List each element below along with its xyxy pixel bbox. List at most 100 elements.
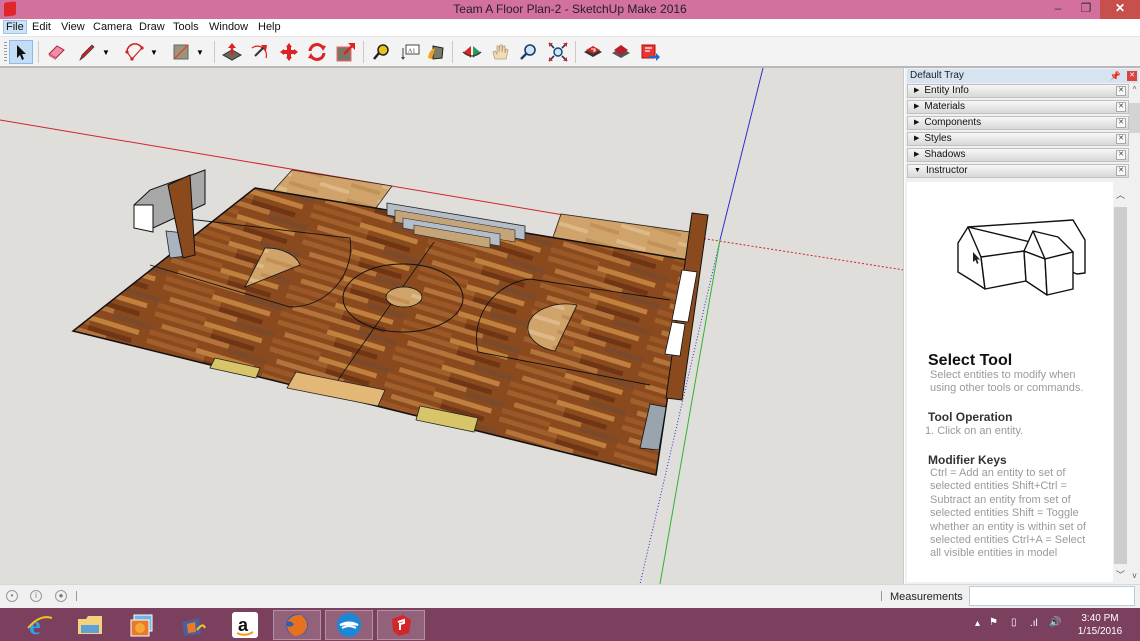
offset-tool-button[interactable]: [248, 40, 272, 64]
tray-close-icon[interactable]: ✕: [1127, 71, 1137, 81]
taskbar-openoffice[interactable]: [325, 610, 373, 640]
panel-components[interactable]: ▶ Components ✕: [907, 116, 1129, 130]
arc-tool-button[interactable]: [123, 40, 147, 64]
panel-close-icon[interactable]: ✕: [1116, 118, 1126, 128]
tool-operation-step: 1. Click on an entity.: [925, 425, 1024, 437]
tape-measure-tool-button[interactable]: [369, 40, 393, 64]
zoom-extents-tool-button[interactable]: [546, 40, 570, 64]
firefox-icon: [286, 614, 308, 636]
taskbar-sketchup[interactable]: [377, 610, 425, 640]
tray-scroll-up-icon[interactable]: ^: [1129, 85, 1140, 94]
panel-styles[interactable]: ▶ Styles ✕: [907, 132, 1129, 146]
measurements-label: Measurements: [890, 591, 963, 603]
panel-instructor[interactable]: ▼ Instructor ✕: [907, 164, 1129, 178]
rotate-tool-button[interactable]: [305, 40, 329, 64]
status-divider: [76, 591, 77, 601]
tray-title: Default Tray: [910, 70, 964, 81]
push-pull-icon: [221, 43, 243, 61]
panel-close-icon[interactable]: ✕: [1116, 150, 1126, 160]
line-dropdown[interactable]: ▼: [99, 40, 113, 64]
3d-warehouse-button[interactable]: [581, 40, 605, 64]
push-pull-tool-button[interactable]: [220, 40, 244, 64]
pan-tool-button[interactable]: [488, 40, 512, 64]
restore-button[interactable]: ❐: [1072, 0, 1100, 19]
network-signal-icon[interactable]: .ıl: [1030, 618, 1038, 629]
show-hidden-icons[interactable]: ▴: [975, 618, 980, 629]
tray-scroll-thumb[interactable]: [1129, 103, 1140, 133]
expand-arrow-icon: ▶: [914, 103, 920, 110]
openoffice-icon: [337, 613, 361, 637]
panel-close-icon[interactable]: ✕: [1116, 102, 1126, 112]
paint-bucket-tool-button[interactable]: [424, 40, 448, 64]
taskbar-photo-gallery[interactable]: [118, 610, 166, 640]
extension-warehouse-button[interactable]: [609, 40, 633, 64]
instructor-description: Select entities to modify when using oth…: [930, 369, 1084, 395]
move-tool-button[interactable]: [277, 40, 301, 64]
taskbar-amazon[interactable]: a: [221, 610, 269, 640]
menu-view[interactable]: View: [61, 21, 85, 33]
svg-text:a: a: [238, 615, 249, 635]
pin-icon[interactable]: 📌: [1110, 69, 1121, 83]
paint-bucket-icon: [428, 45, 444, 60]
action-center-flag-icon[interactable]: ⚑: [989, 617, 998, 628]
close-button[interactable]: ✕: [1100, 0, 1140, 19]
svg-text:A1: A1: [408, 49, 415, 55]
menu-draw[interactable]: Draw: [139, 21, 165, 33]
select-tool-button[interactable]: [9, 40, 33, 64]
rotate-icon: [308, 43, 326, 61]
zoom-tool-button[interactable]: [516, 40, 540, 64]
volume-icon[interactable]: 🔊: [1049, 617, 1061, 628]
taskbar-internet-explorer[interactable]: e: [15, 610, 63, 640]
scroll-up-icon[interactable]: ︿: [1114, 188, 1127, 202]
line-tool-button[interactable]: [75, 40, 99, 64]
power-icon[interactable]: ▯: [1011, 617, 1017, 628]
tray-scroll-down-icon[interactable]: v: [1129, 571, 1140, 580]
default-tray: Default Tray 📌 ✕ ▶ Entity Info ✕ ▶ Material…: [905, 68, 1140, 584]
panel-entity-info[interactable]: ▶ Entity Info ✕: [907, 84, 1129, 98]
credits-icon[interactable]: i: [30, 590, 42, 602]
arc-dropdown[interactable]: ▼: [147, 40, 161, 64]
menu-tools[interactable]: Tools: [173, 21, 199, 33]
model-viewport[interactable]: [0, 68, 904, 584]
menu-file[interactable]: File: [3, 20, 27, 34]
rectangle-tool-button[interactable]: [169, 40, 193, 64]
taskbar-firefox[interactable]: [273, 610, 321, 640]
panel-close-icon[interactable]: ✕: [1116, 86, 1126, 96]
tape-measure-icon: [373, 44, 389, 60]
menu-camera[interactable]: Camera: [93, 21, 132, 33]
eraser-tool-button[interactable]: [44, 40, 68, 64]
sketchup-icon: [392, 615, 411, 636]
panel-materials[interactable]: ▶ Materials ✕: [907, 100, 1129, 114]
geo-location-icon[interactable]: •: [6, 590, 18, 602]
clock-date: 1/15/2016: [1077, 626, 1123, 637]
tray-scrollbar[interactable]: ^ v: [1129, 83, 1140, 583]
rectangle-dropdown[interactable]: ▼: [193, 40, 207, 64]
scroll-thumb[interactable]: [1114, 207, 1127, 564]
taskbar-movie-maker[interactable]: [169, 610, 217, 640]
orbit-tool-button[interactable]: [460, 40, 484, 64]
text-tool-button[interactable]: A1: [398, 40, 422, 64]
menu-window[interactable]: Window: [209, 21, 248, 33]
measurements-input[interactable]: [969, 586, 1135, 606]
minimize-button[interactable]: ‒: [1044, 0, 1072, 19]
scale-tool-button[interactable]: [334, 40, 358, 64]
instructor-scrollbar[interactable]: ︿ ﹀: [1114, 182, 1127, 582]
instructor-content: Select Tool Select entities to modify wh…: [907, 182, 1113, 582]
panel-close-icon[interactable]: ✕: [1116, 134, 1126, 144]
scroll-down-icon[interactable]: ﹀: [1114, 568, 1127, 582]
warehouse-icon: [584, 46, 602, 57]
menu-edit[interactable]: Edit: [32, 21, 51, 33]
menu-help[interactable]: Help: [258, 21, 281, 33]
toolbar-grip[interactable]: [4, 42, 7, 63]
taskbar-clock[interactable]: 3:40 PM 1/15/2016: [1072, 612, 1128, 638]
modifier-keys-list: Ctrl = Add an entity to set of selected …: [930, 467, 1086, 560]
taskbar-file-explorer[interactable]: [66, 610, 114, 640]
extension-warehouse-icon: [612, 45, 630, 58]
panel-close-icon[interactable]: ✕: [1116, 166, 1126, 176]
send-to-layout-button[interactable]: [638, 40, 662, 64]
magnifier-icon: [520, 44, 536, 60]
tray-header: Default Tray 📌 ✕: [907, 69, 1139, 83]
user-account-icon[interactable]: ●: [55, 590, 67, 602]
panel-shadows[interactable]: ▶ Shadows ✕: [907, 148, 1129, 162]
arrow-cursor-icon: [17, 45, 26, 60]
